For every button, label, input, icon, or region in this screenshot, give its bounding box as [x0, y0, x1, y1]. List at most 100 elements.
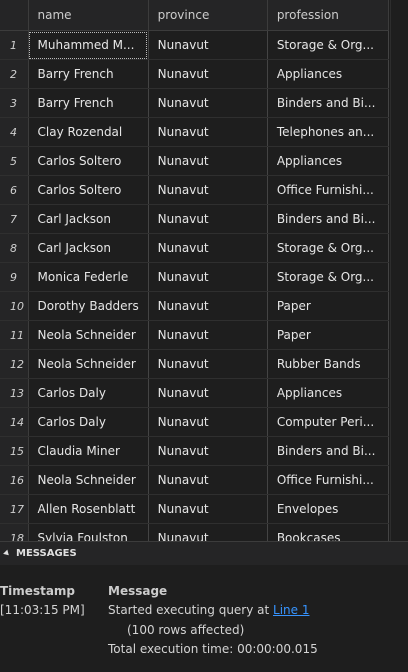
cell-province[interactable]: Nunavut	[148, 349, 268, 379]
cell-province[interactable]: Nunavut	[148, 88, 268, 118]
line-link[interactable]: Line 1	[273, 603, 309, 617]
message-timestamp: [11:03:15 PM]	[0, 603, 85, 617]
message-line-start: Started executing query at Line 1	[108, 603, 310, 617]
cell-name[interactable]: Neola Schneider	[28, 320, 149, 350]
cell-name[interactable]: Neola Schneider	[28, 465, 149, 495]
cell-province[interactable]: Nunavut	[148, 378, 268, 408]
table-row[interactable]: 4 Clay Rozendal Nunavut Telephones an...	[0, 117, 390, 147]
table-row[interactable]: 5 Carlos Soltero Nunavut Appliances	[0, 146, 390, 176]
cell-profession[interactable]: Paper	[267, 291, 390, 321]
cell-name[interactable]: Muhammed M...	[28, 30, 149, 60]
cell-province[interactable]: Nunavut	[148, 494, 268, 524]
cell-profession[interactable]: Binders and Bi...	[267, 436, 390, 466]
cell-profession[interactable]: Appliances	[267, 378, 390, 408]
cell-province[interactable]: Nunavut	[148, 436, 268, 466]
table-row[interactable]: 1 Muhammed M... Nunavut Storage & Org...	[0, 30, 390, 60]
cell-name[interactable]: Neola Schneider	[28, 349, 149, 379]
row-number: 6	[0, 175, 29, 205]
cell-name[interactable]: Monica Federle	[28, 262, 149, 292]
vertical-scrollbar[interactable]	[390, 0, 408, 541]
cell-profession[interactable]: Storage & Org...	[267, 233, 390, 263]
message-execution-time: Total execution time: 00:00:00.015	[108, 642, 318, 656]
results-table: name province profession 1 Muhammed M... N…	[0, 0, 390, 541]
table-row[interactable]: 17 Allen Rosenblatt Nunavut Envelopes	[0, 494, 390, 524]
cell-name[interactable]: Carlos Daly	[28, 378, 149, 408]
cell-name[interactable]: Sylvia Foulston	[28, 523, 149, 541]
cell-province[interactable]: Nunavut	[148, 523, 268, 541]
row-number: 10	[0, 291, 29, 321]
cell-profession[interactable]: Telephones an...	[267, 117, 390, 147]
cell-province[interactable]: Nunavut	[148, 204, 268, 234]
cell-profession[interactable]: Envelopes	[267, 494, 390, 524]
table-row[interactable]: 8 Carl Jackson Nunavut Storage & Org...	[0, 233, 390, 263]
cell-name[interactable]: Clay Rozendal	[28, 117, 149, 147]
table-row[interactable]: 16 Neola Schneider Nunavut Office Furnishi.…	[0, 465, 390, 495]
cell-name[interactable]: Carl Jackson	[28, 233, 149, 263]
table-row[interactable]: 10 Dorothy Badders Nunavut Paper	[0, 291, 390, 321]
cell-province[interactable]: Nunavut	[148, 117, 268, 147]
cell-profession[interactable]: Binders and Bi...	[267, 204, 390, 234]
cell-profession[interactable]: Appliances	[267, 146, 390, 176]
cell-name[interactable]: Barry French	[28, 59, 149, 89]
cell-profession[interactable]: Office Furnishi...	[267, 465, 390, 495]
table-row[interactable]: 12 Neola Schneider Nunavut Rubber Bands	[0, 349, 390, 379]
cell-name[interactable]: Carl Jackson	[28, 204, 149, 234]
cell-province[interactable]: Nunavut	[148, 59, 268, 89]
cell-province[interactable]: Nunavut	[148, 175, 268, 205]
table-row[interactable]: 7 Carl Jackson Nunavut Binders and Bi...	[0, 204, 390, 234]
cell-profession[interactable]: Storage & Org...	[267, 30, 390, 60]
cell-name[interactable]: Carlos Soltero	[28, 175, 149, 205]
table-row[interactable]: 9 Monica Federle Nunavut Storage & Org...	[0, 262, 390, 292]
collapse-triangle-icon[interactable]	[3, 549, 11, 558]
cell-province[interactable]: Nunavut	[148, 407, 268, 437]
row-number: 15	[0, 436, 29, 466]
cell-profession[interactable]: Office Furnishi...	[267, 175, 390, 205]
cell-profession[interactable]: Binders and Bi...	[267, 88, 390, 118]
cell-name[interactable]: Barry French	[28, 88, 149, 118]
message-rows-affected: (100 rows affected)	[127, 623, 245, 637]
row-number: 3	[0, 88, 29, 118]
cell-province[interactable]: Nunavut	[148, 465, 268, 495]
cell-province[interactable]: Nunavut	[148, 233, 268, 263]
cell-name[interactable]: Carlos Daly	[28, 407, 149, 437]
row-number: 17	[0, 494, 29, 524]
table-row[interactable]: 13 Carlos Daly Nunavut Appliances	[0, 378, 390, 408]
row-number: 1	[0, 30, 29, 60]
cell-name[interactable]: Allen Rosenblatt	[28, 494, 149, 524]
table-row[interactable]: 15 Claudia Miner Nunavut Binders and Bi...	[0, 436, 390, 466]
table-row[interactable]: 11 Neola Schneider Nunavut Paper	[0, 320, 390, 350]
row-number: 13	[0, 378, 29, 408]
cell-profession[interactable]: Paper	[267, 320, 390, 350]
messages-panel-header[interactable]: MESSAGES	[0, 541, 408, 565]
cell-profession[interactable]: Computer Peri...	[267, 407, 390, 437]
cell-name[interactable]: Carlos Soltero	[28, 146, 149, 176]
column-header-province[interactable]: province	[148, 0, 268, 31]
messages-header-label: MESSAGES	[16, 548, 77, 559]
table-row[interactable]: 14 Carlos Daly Nunavut Computer Peri...	[0, 407, 390, 437]
header-row: name province profession	[0, 0, 390, 31]
cell-profession[interactable]: Storage & Org...	[267, 262, 390, 292]
message-start-text: Started executing query at	[108, 603, 274, 617]
results-grid[interactable]: name province profession 1 Muhammed M... N…	[0, 0, 390, 541]
table-row[interactable]: 3 Barry French Nunavut Binders and Bi...	[0, 88, 390, 118]
cell-name[interactable]: Dorothy Badders	[28, 291, 149, 321]
row-number: 5	[0, 146, 29, 176]
row-number: 9	[0, 262, 29, 292]
messages-panel: Timestamp Message [11:03:15 PM] Started …	[0, 565, 408, 672]
cell-province[interactable]: Nunavut	[148, 262, 268, 292]
cell-province[interactable]: Nunavut	[148, 30, 268, 60]
cell-province[interactable]: Nunavut	[148, 291, 268, 321]
cell-name[interactable]: Claudia Miner	[28, 436, 149, 466]
cell-profession[interactable]: Rubber Bands	[267, 349, 390, 379]
row-number: 7	[0, 204, 29, 234]
row-number: 12	[0, 349, 29, 379]
cell-province[interactable]: Nunavut	[148, 146, 268, 176]
table-row[interactable]: 6 Carlos Soltero Nunavut Office Furnishi...	[0, 175, 390, 205]
column-header-name[interactable]: name	[28, 0, 149, 31]
cell-profession[interactable]: Appliances	[267, 59, 390, 89]
column-header-profession[interactable]: profession	[267, 0, 390, 31]
table-row[interactable]: 18 Sylvia Foulston Nunavut Bookcases	[0, 523, 390, 541]
table-row[interactable]: 2 Barry French Nunavut Appliances	[0, 59, 390, 89]
cell-province[interactable]: Nunavut	[148, 320, 268, 350]
cell-profession[interactable]: Bookcases	[267, 523, 390, 541]
